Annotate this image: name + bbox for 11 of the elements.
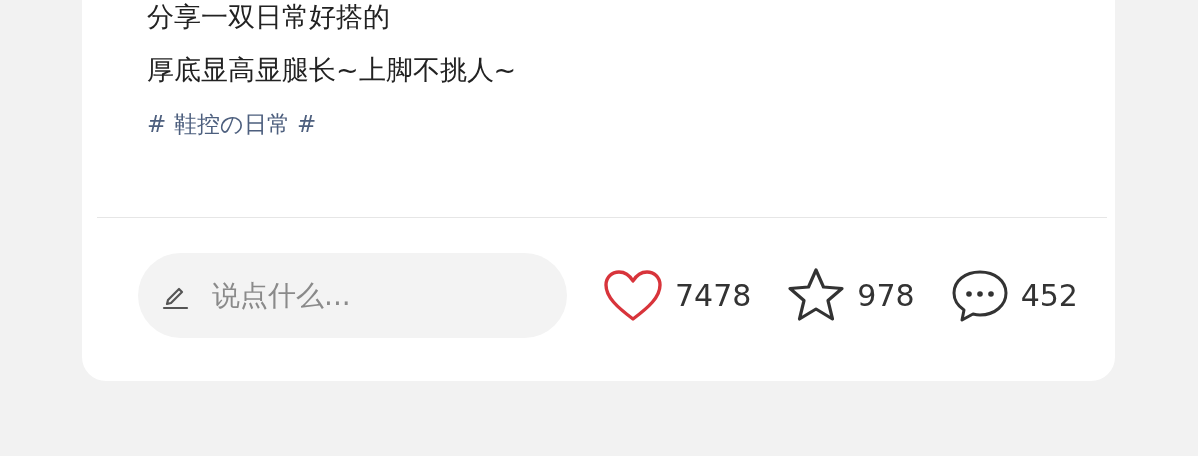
count-label: 452: [1020, 278, 1078, 313]
like-button[interactable]: 7478: [603, 268, 752, 323]
count-label: 7478: [675, 278, 752, 313]
hashtag-link[interactable]: # 鞋控の日常 #: [147, 110, 317, 139]
comment-button[interactable]: 452: [950, 268, 1078, 323]
comment-bubble-icon: [950, 268, 1009, 323]
comment-field[interactable]: 说点什么...: [138, 253, 567, 338]
post-text: 分享一双日常好搭的: [147, 0, 390, 34]
post-text: 厚底显高显腿长~上脚不挑人~: [147, 53, 517, 87]
count-label: 978: [857, 278, 915, 313]
star-button[interactable]: 978: [787, 266, 915, 325]
